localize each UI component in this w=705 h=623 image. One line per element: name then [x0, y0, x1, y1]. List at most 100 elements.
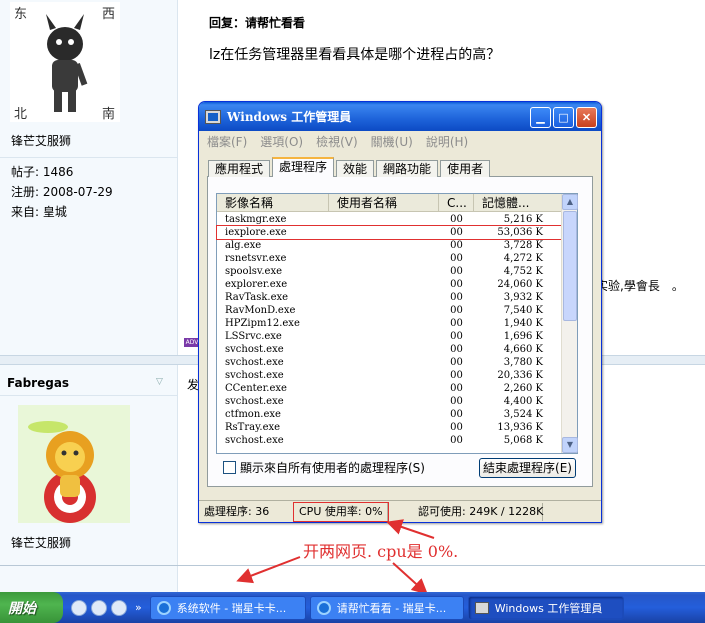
taskbar-item-task-manager[interactable]: Windows 工作管理員	[467, 595, 624, 620]
process-memory: 3,524 K	[503, 409, 543, 420]
process-cpu: 00	[450, 422, 463, 433]
process-row[interactable]: RavTask.exe 00 3,932 K	[217, 291, 563, 304]
quick-launch: »	[71, 599, 146, 616]
process-row[interactable]: taskmgr.exe 00 5,216 K	[217, 213, 563, 226]
poster2-name[interactable]: Fabregas	[7, 376, 69, 390]
process-user	[329, 421, 439, 434]
process-row[interactable]: ctfmon.exe 00 3,524 K	[217, 408, 563, 421]
poster2-display-name[interactable]: 锋芒艾服狮	[11, 534, 71, 551]
quicklaunch-desktop-icon[interactable]	[91, 599, 107, 616]
process-row[interactable]: explorer.exe 00 24,060 K	[217, 278, 563, 291]
process-name: explorer.exe	[225, 279, 288, 290]
process-rows: taskmgr.exe 00 5,216 K iexplore.exe 00 53,036…	[216, 213, 564, 447]
process-memory: 4,272 K	[503, 253, 543, 264]
tab-applications[interactable]: 應用程式	[208, 160, 271, 177]
process-name: spoolsv.exe	[225, 266, 283, 277]
column-memory[interactable]: 記憶體...	[474, 194, 563, 211]
process-row[interactable]: LSSrvc.exe 00 1,696 K	[217, 330, 563, 343]
menu-shutdown[interactable]: 關機(U)	[371, 133, 413, 150]
poster-name[interactable]: 锋芒艾服狮	[11, 132, 71, 149]
scroll-thumb[interactable]	[563, 211, 577, 321]
process-row[interactable]: RsTray.exe 00 13,936 K	[217, 421, 563, 434]
column-cpu[interactable]: C...	[439, 194, 474, 211]
process-row[interactable]: svchost.exe 00 4,660 K	[217, 343, 563, 356]
process-list[interactable]: 影像名稱 使用者名稱 C... 記憶體... taskmgr.exe 00 5,21…	[216, 193, 578, 454]
menu-file[interactable]: 檔案(F)	[207, 133, 247, 150]
process-name: rsnetsvr.exe	[225, 253, 287, 264]
vertical-scrollbar[interactable]: ▲ ▼	[561, 194, 578, 453]
process-row[interactable]: alg.exe 00 3,728 K	[217, 239, 563, 252]
process-memory: 53,036 K	[497, 227, 543, 238]
process-cpu: 00	[450, 331, 463, 342]
status-bar: 處理程序: 36 CPU 使用率: 0% 認可使用: 249K / 1228K	[199, 500, 601, 522]
process-user	[329, 434, 439, 447]
process-user	[329, 408, 439, 421]
process-cpu: 00	[450, 370, 463, 381]
process-name: HPZipm12.exe	[225, 318, 300, 329]
close-button[interactable]: ✕	[576, 107, 597, 128]
process-row[interactable]: svchost.exe 00 3,780 K	[217, 356, 563, 369]
task-manager-window[interactable]: Windows 工作管理員 ▁ □ ✕ 檔案(F) 選項(O) 檢視(V) 關機…	[198, 101, 602, 523]
process-memory: 1,696 K	[503, 331, 543, 342]
tab-users[interactable]: 使用者	[440, 160, 491, 177]
process-row[interactable]: CCenter.exe 00 2,260 K	[217, 382, 563, 395]
process-cpu: 00	[450, 318, 463, 329]
title-bar[interactable]: Windows 工作管理員 ▁ □ ✕	[199, 102, 601, 131]
quicklaunch-more-icon[interactable]: »	[135, 601, 142, 614]
lion-avatar	[18, 405, 130, 523]
column-image-name[interactable]: 影像名稱	[217, 194, 329, 211]
show-all-users-checkbox[interactable]: 顯示來自所有使用者的處理程序(S)	[223, 459, 425, 476]
process-row[interactable]: rsnetsvr.exe 00 4,272 K	[217, 252, 563, 265]
process-user	[329, 343, 439, 356]
process-row[interactable]: iexplore.exe 00 53,036 K	[216, 225, 564, 240]
process-cpu: 00	[450, 279, 463, 290]
process-cpu: 00	[450, 344, 463, 355]
process-cpu: 00	[450, 409, 463, 420]
ie-icon	[316, 600, 331, 615]
maximize-button[interactable]: □	[553, 107, 574, 128]
tab-performance[interactable]: 效能	[336, 160, 375, 177]
tab-strip: 應用程式 處理程序 效能 網路功能 使用者	[208, 157, 492, 177]
taskbar-item-label: Windows 工作管理員	[494, 601, 603, 615]
process-name: svchost.exe	[225, 435, 284, 446]
process-row[interactable]: svchost.exe 00 4,400 K	[217, 395, 563, 408]
process-row[interactable]: svchost.exe 00 5,068 K	[217, 434, 563, 447]
status-processes: 處理程序: 36	[199, 502, 294, 521]
tab-processes[interactable]: 處理程序	[272, 157, 335, 177]
process-name: RavMonD.exe	[225, 305, 296, 316]
quicklaunch-media-icon[interactable]	[111, 599, 127, 616]
process-user	[329, 382, 439, 395]
start-button[interactable]: 開始	[0, 592, 63, 623]
process-name: svchost.exe	[225, 357, 284, 368]
reply-title: 回复：请帮忙看看	[209, 16, 306, 30]
process-row[interactable]: RavMonD.exe 00 7,540 K	[217, 304, 563, 317]
process-cpu: 00	[450, 383, 463, 394]
process-row[interactable]: HPZipm12.exe 00 1,940 K	[217, 317, 563, 330]
taskbar-item-system-software[interactable]: 系统软件 - 瑞星卡卡...	[149, 595, 306, 620]
chevron-down-icon[interactable]: ▽	[156, 377, 163, 387]
process-row[interactable]: spoolsv.exe 00 4,752 K	[217, 265, 563, 278]
process-cpu: 00	[450, 253, 463, 264]
column-user-name[interactable]: 使用者名稱	[329, 194, 439, 211]
process-row[interactable]: svchost.exe 00 20,336 K	[217, 369, 563, 382]
avatar-glyph-south: 南	[102, 106, 115, 122]
menu-help[interactable]: 說明(H)	[426, 133, 468, 150]
ie-icon	[156, 600, 171, 615]
process-memory: 13,936 K	[497, 422, 543, 433]
taskbar-item-help-thread[interactable]: 请帮忙看看 - 瑞星卡...	[309, 595, 464, 620]
poster-location: 来自: 皇城	[11, 205, 67, 219]
quicklaunch-ie-icon[interactable]	[71, 599, 87, 616]
scroll-up-icon[interactable]: ▲	[562, 194, 578, 210]
process-user	[329, 317, 439, 330]
menu-options[interactable]: 選項(O)	[260, 133, 303, 150]
annotation-text: 开两网页. cpu是 0%.	[303, 542, 459, 561]
end-process-button[interactable]: 結束處理程序(E)	[479, 458, 576, 478]
menu-view[interactable]: 檢視(V)	[316, 133, 358, 150]
tab-networking[interactable]: 網路功能	[376, 160, 439, 177]
checkbox-box[interactable]	[223, 461, 236, 474]
minimize-button[interactable]: ▁	[530, 107, 551, 128]
process-name: ctfmon.exe	[225, 409, 281, 420]
show-all-users-label: 顯示來自所有使用者的處理程序(S)	[240, 461, 425, 475]
process-name: RavTask.exe	[225, 292, 289, 303]
scroll-down-icon[interactable]: ▼	[562, 437, 578, 453]
